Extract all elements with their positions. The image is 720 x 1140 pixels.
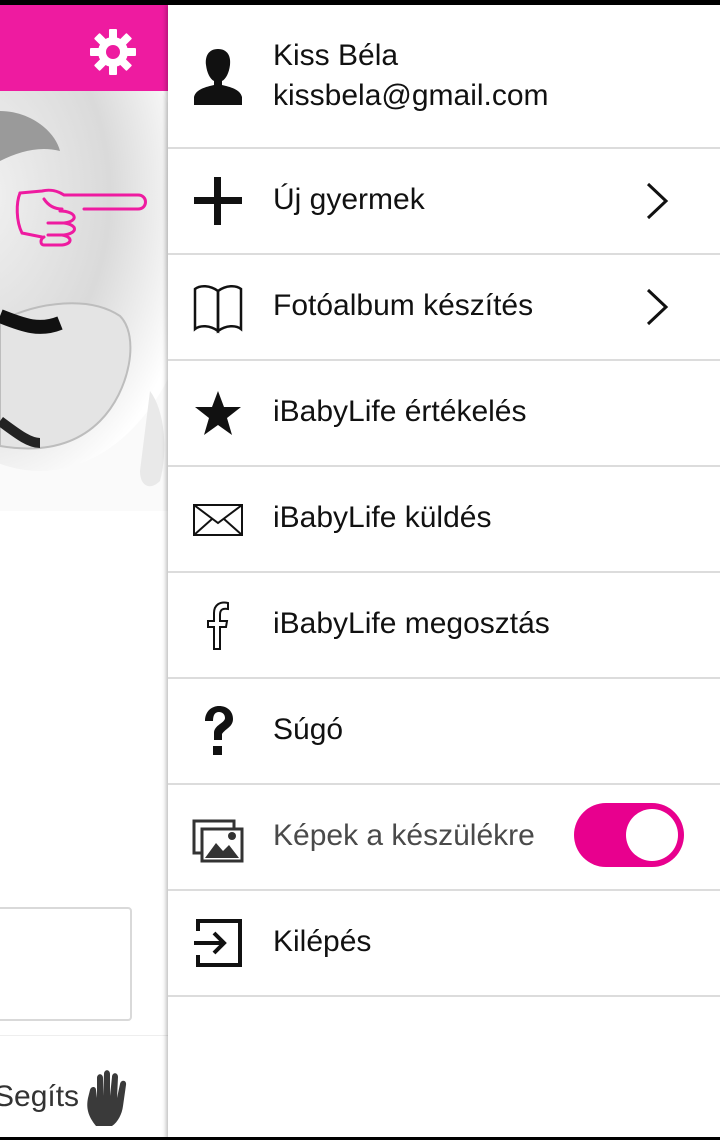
- facebook-icon: [207, 601, 229, 650]
- menu-item-label: Új gyermek: [273, 183, 425, 216]
- pointing-hand-icon: [15, 188, 147, 247]
- menu-item-label: iBabyLife értékelés: [273, 395, 527, 428]
- menu-item-label: Kilépés: [273, 925, 372, 958]
- help-label[interactable]: Segíts: [0, 1080, 79, 1114]
- save-images-toggle[interactable]: [574, 803, 684, 867]
- user-icon: [194, 49, 242, 105]
- navigation-drawer: Kiss Béla kissbela@gmail.com Új gyermek …: [168, 5, 720, 1140]
- chevron-right-icon: [646, 182, 669, 220]
- plus-icon: [194, 177, 242, 225]
- raised-hand-icon[interactable]: [82, 1068, 138, 1130]
- user-name: Kiss Béla: [273, 39, 399, 72]
- logout-icon: [194, 919, 242, 967]
- text-input-area[interactable]: [0, 907, 132, 1021]
- menu-item-logout[interactable]: Kilépés: [168, 891, 720, 997]
- menu-item-label: Súgó: [273, 713, 344, 746]
- header-bar: [0, 5, 168, 91]
- menu-item-help[interactable]: Súgó: [168, 679, 720, 785]
- menu-item-save-images-to-device[interactable]: Képek a készülékre: [168, 785, 720, 891]
- question-icon: [205, 706, 233, 755]
- toggle-knob: [626, 809, 678, 861]
- bottom-bar: Segíts: [0, 1035, 168, 1140]
- menu-item-new-child[interactable]: Új gyermek: [168, 149, 720, 255]
- menu-item-label: Képek a készülékre: [273, 819, 535, 852]
- menu-item-share-app[interactable]: iBabyLife megosztás: [168, 573, 720, 679]
- menu-item-photo-album[interactable]: Fotóalbum készítés: [168, 255, 720, 361]
- chevron-right-icon: [646, 288, 669, 326]
- star-icon: [195, 391, 241, 435]
- menu-item-label: Fotóalbum készítés: [273, 289, 534, 322]
- menu-item-label: iBabyLife megosztás: [273, 607, 550, 640]
- user-email: kissbela@gmail.com: [273, 79, 549, 112]
- envelope-icon: [193, 504, 243, 536]
- menu-item-send-app[interactable]: iBabyLife küldés: [168, 467, 720, 573]
- background-app: Segíts: [0, 5, 168, 1140]
- gear-icon[interactable]: [88, 27, 138, 77]
- baby-photo: [0, 91, 168, 511]
- images-icon: [192, 819, 244, 863]
- menu-item-rate-app[interactable]: iBabyLife értékelés: [168, 361, 720, 467]
- user-profile-header[interactable]: Kiss Béla kissbela@gmail.com: [168, 5, 720, 149]
- menu-item-label: iBabyLife küldés: [273, 501, 492, 534]
- book-icon: [193, 285, 243, 334]
